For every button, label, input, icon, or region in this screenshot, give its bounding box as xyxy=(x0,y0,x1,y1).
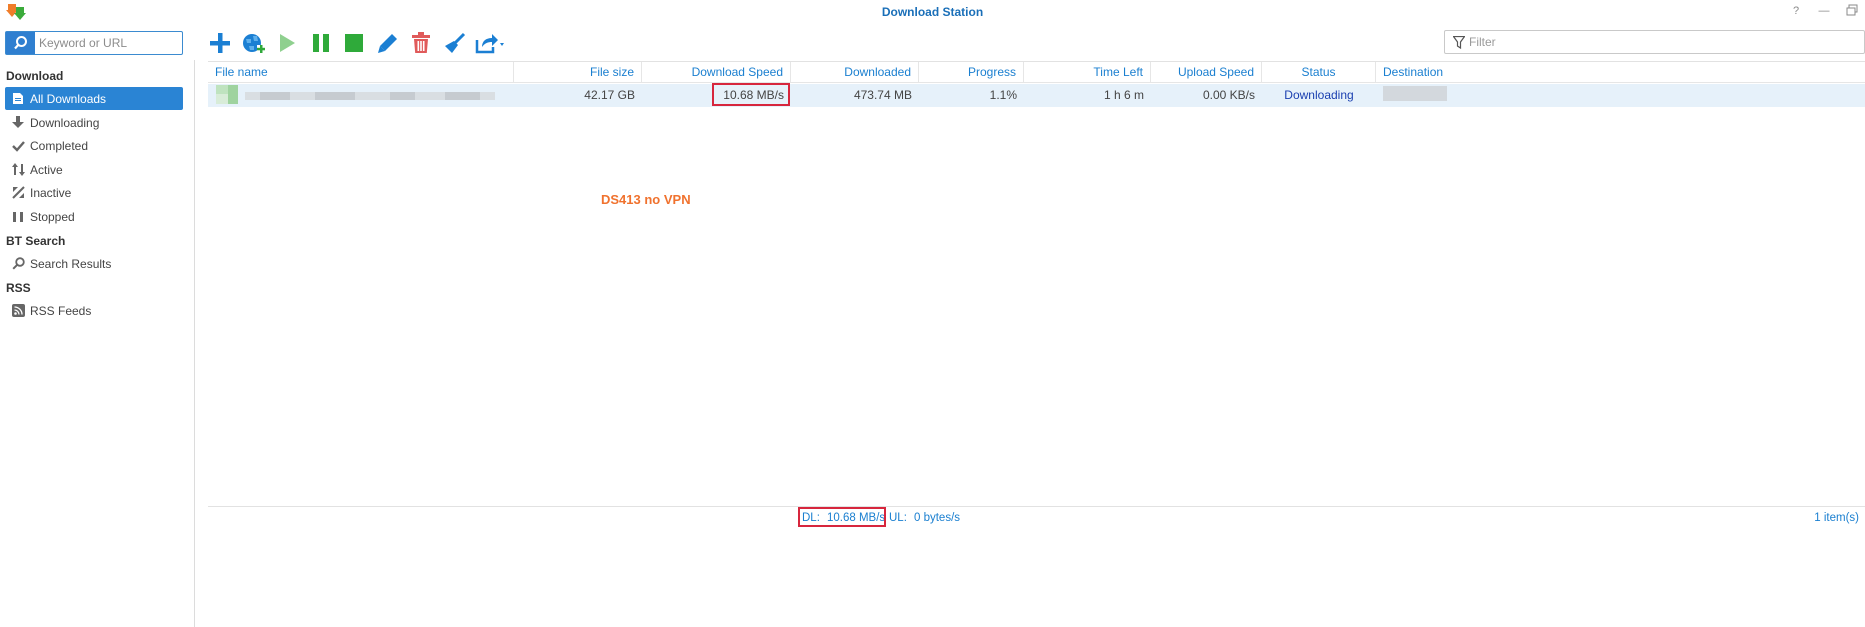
column-header-upload-speed[interactable]: Upload Speed xyxy=(1151,62,1262,83)
play-icon[interactable] xyxy=(274,30,300,56)
column-header-progress[interactable]: Progress xyxy=(919,62,1024,83)
download-arrow-icon xyxy=(11,116,25,130)
item-count: 1 item(s) xyxy=(1814,512,1859,524)
file-name-cell xyxy=(208,84,514,107)
highlight-box-dl-speed xyxy=(798,507,886,527)
rss-icon xyxy=(11,304,25,318)
pause-bars-icon xyxy=(11,210,25,224)
sidebar-item-all-downloads[interactable]: All Downloads xyxy=(5,87,183,110)
window-title: Download Station xyxy=(881,5,984,19)
column-header-status[interactable]: Status xyxy=(1262,62,1376,83)
sidebar-item-label: Inactive xyxy=(30,185,72,200)
trash-icon[interactable] xyxy=(408,30,434,56)
inactive-icon xyxy=(11,186,25,200)
sidebar-item-rss-feeds[interactable]: RSS Feeds xyxy=(5,299,183,322)
filter-input[interactable] xyxy=(1469,33,1589,51)
search-input[interactable] xyxy=(39,34,179,52)
annotation-label: DS413 no VPN xyxy=(601,192,691,207)
pencil-icon[interactable] xyxy=(375,30,401,56)
search-box[interactable] xyxy=(5,31,183,55)
sidebar-item-label: Stopped xyxy=(30,209,75,224)
sidebar-item-completed[interactable]: Completed xyxy=(5,134,183,157)
column-header-download-speed[interactable]: Download Speed xyxy=(642,62,791,83)
title-bar: Download Station ? — xyxy=(0,0,1865,24)
highlight-box-download-speed xyxy=(712,83,790,106)
help-icon[interactable]: ? xyxy=(1789,4,1803,18)
plus-icon[interactable] xyxy=(207,30,233,56)
toolbar xyxy=(207,30,513,56)
ul-value: 0 bytes/s xyxy=(914,512,961,524)
sidebar-item-active[interactable]: Active xyxy=(5,158,183,181)
sidebar-item-label: Completed xyxy=(30,138,89,153)
status-bar: DL: 10.68 MB/s UL: 0 bytes/s 1 item(s) xyxy=(208,506,1865,527)
downloaded-cell: 473.74 MB xyxy=(853,88,912,102)
section-title-bt-search: BT Search xyxy=(6,234,66,248)
column-header-destination[interactable]: Destination xyxy=(1376,62,1865,83)
sidebar-item-downloading[interactable]: Downloading xyxy=(5,111,183,134)
globe-add-icon[interactable] xyxy=(241,30,267,56)
progress-cell: 1.1% xyxy=(989,88,1017,102)
restore-icon[interactable] xyxy=(1845,4,1859,18)
minimize-icon[interactable]: — xyxy=(1817,4,1831,18)
share-icon[interactable] xyxy=(475,30,505,56)
sidebar: Download All Downloads Downloading Compl… xyxy=(0,60,195,627)
sidebar-item-label: Downloading xyxy=(30,115,100,130)
ul-label: UL: xyxy=(889,512,907,524)
status-cell: Downloading xyxy=(1284,88,1354,102)
upload-speed-cell: 0.00 KB/s xyxy=(1202,88,1255,102)
table-row[interactable]: 42.17 GB 10.68 MB/s 473.74 MB 1.1% 1 h 6… xyxy=(208,84,1865,107)
time-left-cell: 1 h 6 m xyxy=(1103,88,1144,102)
sidebar-item-label: Search Results xyxy=(30,256,112,271)
file-size-cell: 42.17 GB xyxy=(584,88,635,102)
section-title-rss: RSS xyxy=(6,281,31,295)
search-icon[interactable] xyxy=(6,32,35,54)
up-down-arrows-icon xyxy=(11,163,25,177)
sidebar-item-search-results[interactable]: Search Results xyxy=(5,252,183,275)
filter-box[interactable] xyxy=(1444,30,1865,54)
destination-cell xyxy=(1376,84,1576,107)
blurred-file-name xyxy=(216,85,495,104)
funnel-icon xyxy=(1452,35,1466,52)
pause-icon[interactable] xyxy=(308,30,334,56)
column-header-downloaded[interactable]: Downloaded xyxy=(791,62,919,83)
magnifier-icon xyxy=(11,257,25,271)
stop-icon[interactable] xyxy=(341,30,367,56)
sidebar-item-inactive[interactable]: Inactive xyxy=(5,181,183,204)
blurred-destination xyxy=(1383,86,1447,101)
document-icon xyxy=(11,92,25,106)
column-header-file-name[interactable]: File name xyxy=(208,62,514,83)
sidebar-item-label: RSS Feeds xyxy=(30,303,92,318)
sidebar-item-label: All Downloads xyxy=(30,91,107,106)
column-header-time-left[interactable]: Time Left xyxy=(1024,62,1151,83)
section-title-download: Download xyxy=(6,69,64,83)
sidebar-item-label: Active xyxy=(30,162,63,177)
column-header-file-size[interactable]: File size xyxy=(514,62,642,83)
sidebar-item-stopped[interactable]: Stopped xyxy=(5,205,183,228)
checkmark-icon xyxy=(11,139,25,153)
grid-header: File name File size Download Speed Downl… xyxy=(208,61,1865,83)
broom-icon[interactable] xyxy=(442,30,468,56)
